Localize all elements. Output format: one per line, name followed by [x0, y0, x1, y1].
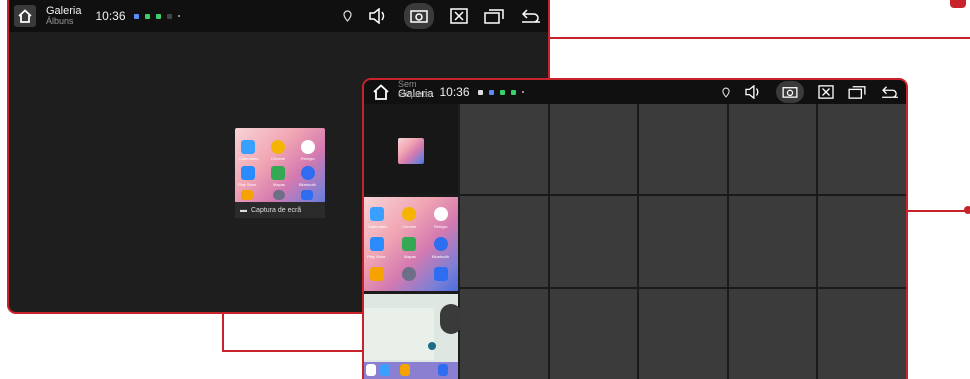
maps-app-icon: [271, 166, 285, 180]
grid-cell[interactable]: [728, 196, 817, 287]
chrome-app-icon: [271, 140, 285, 154]
app-label: Bluetooth: [299, 182, 316, 187]
overlay-subtitle: Sem etiqueta: [398, 79, 431, 99]
bluetooth-app-icon: [301, 166, 315, 180]
maps-app-icon: [402, 237, 416, 251]
grid-cell[interactable]: [818, 288, 906, 379]
folder-app-icon: [241, 190, 253, 200]
preview-item[interactable]: [364, 294, 462, 379]
home-icon[interactable]: [14, 5, 36, 27]
grid-cell[interactable]: [818, 196, 906, 287]
app-label: Calendário: [239, 156, 259, 161]
preview-item[interactable]: [364, 104, 458, 194]
notification-icons: [133, 13, 180, 19]
app-label: Chrome: [402, 224, 417, 229]
recents-icon[interactable]: [484, 8, 504, 24]
connector-line: [222, 350, 364, 352]
chrome-app-icon: [402, 207, 416, 221]
app-label: Bluetooth: [432, 254, 449, 259]
dock-bar: [364, 362, 458, 379]
clock: 10:36: [95, 9, 126, 23]
grid-cell[interactable]: [639, 196, 727, 287]
recents-icon[interactable]: [848, 85, 866, 99]
stage: Galeria Álbuns 10:36 Calendário Chrome R…: [0, 0, 970, 379]
connector-line: [222, 312, 224, 352]
app-title: Sem etiqueta Galeria: [398, 80, 433, 100]
album-label: Captura de ecrã: [251, 206, 302, 214]
action-dot: [428, 342, 436, 350]
folder-icon: ▬: [240, 206, 247, 214]
notification-icons: [477, 89, 524, 95]
grid-cell[interactable]: [728, 288, 817, 379]
close-icon[interactable]: [818, 85, 834, 99]
back-icon[interactable]: [520, 8, 542, 24]
grid-cell[interactable]: [639, 288, 727, 379]
folder-app-icon: [370, 267, 384, 281]
screenshot-icon[interactable]: [404, 3, 434, 29]
assistant-app-icon: [273, 190, 285, 200]
clock-app-icon: [301, 140, 315, 154]
grid-cell[interactable]: [549, 196, 638, 287]
close-icon[interactable]: [450, 8, 468, 24]
connector-line: [548, 37, 970, 39]
play-store-app-icon: [241, 166, 255, 180]
assistant-app-icon: [402, 267, 416, 281]
dial-widget: [440, 304, 462, 334]
back-icon[interactable]: [880, 85, 900, 99]
status-bar: Sem etiqueta Galeria 10:36: [364, 80, 906, 104]
app-label: Mapas: [404, 254, 417, 259]
app-label: Relógio: [434, 224, 448, 229]
photo-grid: [460, 104, 906, 379]
app-title: Galeria Álbuns: [46, 5, 82, 27]
volume-icon[interactable]: [744, 85, 762, 99]
title-text: Galeria: [46, 5, 82, 17]
app-label: Calendário: [368, 224, 388, 229]
grid-cell[interactable]: [728, 104, 817, 195]
screenshot-icon[interactable]: [776, 81, 804, 103]
grid-cell[interactable]: [460, 196, 548, 287]
connector-line: [906, 210, 968, 212]
app-label: Play Store: [367, 254, 386, 259]
clock: 10:36: [439, 85, 470, 99]
connector-dot: [964, 206, 970, 214]
grid-cell[interactable]: [818, 104, 906, 195]
mini-thumbnail: [398, 138, 424, 164]
calendar-app-icon: [241, 140, 255, 154]
grid-cell[interactable]: [460, 104, 548, 195]
map-area: [364, 308, 434, 360]
subtitle-text: Álbuns: [46, 16, 74, 26]
album-thumbnail[interactable]: Calendário Chrome Relógio Play Store Map…: [235, 128, 325, 218]
app-label: Play Store: [238, 182, 257, 187]
app-label: Mapas: [273, 182, 286, 187]
home-icon[interactable]: [372, 83, 390, 101]
preview-column: Calendário Chrome Relógio Play Store Map…: [364, 104, 462, 379]
grid-cell[interactable]: [639, 104, 727, 195]
location-icon: [722, 87, 730, 98]
grid-cell[interactable]: [549, 104, 638, 195]
clock-app-icon: [434, 207, 448, 221]
play-store-app-icon: [370, 237, 384, 251]
app-label: Chrome: [271, 156, 286, 161]
system-controls: [722, 80, 900, 104]
volume-icon[interactable]: [368, 8, 388, 24]
grid-cell[interactable]: [460, 288, 548, 379]
system-controls: [343, 0, 542, 32]
status-bar: Galeria Álbuns 10:36: [9, 0, 548, 32]
grid-cell[interactable]: [549, 288, 638, 379]
app-label: Relógio: [301, 156, 315, 161]
download-app-icon: [434, 267, 448, 281]
location-icon: [343, 10, 352, 22]
preview-item[interactable]: Calendário Chrome Relógio Play Store Map…: [364, 197, 458, 291]
download-app-icon: [301, 190, 313, 200]
bluetooth-app-icon: [434, 237, 448, 251]
album-label-bar: ▬ Captura de ecrã: [235, 202, 325, 218]
front-screen: Sem etiqueta Galeria 10:36 Calendário Ch…: [362, 78, 908, 379]
corner-accent: [950, 0, 966, 8]
calendar-app-icon: [370, 207, 384, 221]
